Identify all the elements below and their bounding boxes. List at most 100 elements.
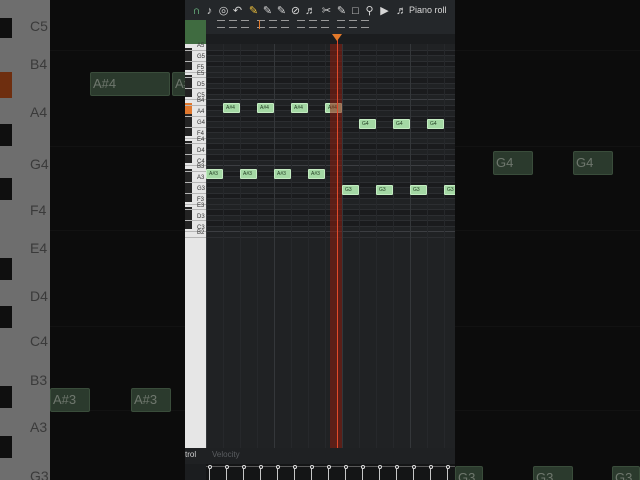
white-key-divider (185, 143, 206, 144)
velocity-stem[interactable] (328, 468, 329, 480)
undo-icon[interactable]: ↶ (232, 5, 243, 18)
velocity-handle[interactable] (292, 465, 297, 469)
control-target[interactable]: Velocity (212, 450, 240, 459)
select-icon[interactable]: □ (350, 5, 361, 18)
grid-column-line (342, 44, 343, 448)
velocity-stem[interactable] (294, 468, 295, 480)
velocity-handle[interactable] (428, 465, 433, 469)
velocity-stem[interactable] (260, 468, 261, 480)
velocity-handle[interactable] (309, 465, 314, 469)
white-key-divider (185, 88, 206, 89)
speaker-icon[interactable]: ♬ (305, 5, 316, 18)
key-label: B3 (197, 164, 205, 170)
velocity-handle[interactable] (411, 465, 416, 469)
white-key-divider (185, 220, 206, 221)
white-key-divider (185, 209, 206, 210)
grid-column-line (240, 44, 241, 448)
note-g3[interactable]: G3 (376, 185, 393, 195)
grid-column-line (444, 44, 445, 448)
time-ruler[interactable] (217, 20, 417, 30)
key-label: G5 (197, 54, 206, 60)
playhead[interactable] (337, 38, 338, 448)
window-title: Piano roll (409, 5, 447, 15)
zoom-icon[interactable]: ⚲ (364, 5, 375, 18)
white-key-divider (185, 192, 206, 194)
key-label: D4 (197, 147, 205, 154)
slice-icon[interactable]: ✂ (321, 5, 332, 18)
key-label: E5 (197, 70, 205, 77)
velocity-stem[interactable] (345, 468, 346, 480)
piano-keyboard[interactable]: A5 G5 F5 E5 D5 C5 B4 A4 G4 F4 E4 D4 C4 B3 A3 G3 F3 E3 D3 C3… (185, 43, 206, 448)
note-g3[interactable]: G3 (444, 185, 455, 195)
velocity-handle[interactable] (343, 465, 348, 469)
play-icon[interactable]: ▶ (379, 5, 390, 18)
white-key-divider (185, 60, 206, 62)
key-label: E4 (197, 136, 205, 143)
note-a-sharp4[interactable]: A#4 (291, 102, 308, 113)
note-a-sharp4[interactable]: A#4 (257, 102, 274, 113)
note-a-sharp3[interactable]: A#3 (274, 168, 291, 179)
toolbar: ∩ ♪ ◎ ↶ ✎ ✎ ✎ ⊘ ♬ ✂ ✎ □ ⚲ ▶ ♬ Piano roll (185, 0, 455, 34)
velocity-stem[interactable] (430, 468, 431, 480)
velocity-stem[interactable] (362, 468, 363, 480)
grid-column-line (376, 44, 377, 448)
white-key-divider (185, 126, 206, 128)
note-a-sharp3[interactable]: A#3 (308, 168, 325, 179)
note-g3[interactable]: G3 (342, 185, 359, 195)
mute-icon[interactable]: ⊘ (290, 5, 301, 18)
grid-column-line (274, 44, 275, 448)
note-g4[interactable]: G4 (427, 119, 444, 129)
velocity-handle[interactable] (445, 465, 450, 469)
velocity-handle[interactable] (377, 465, 382, 469)
velocity-stem[interactable] (396, 468, 397, 480)
key-label: A4 (197, 109, 205, 115)
key-label: D5 (197, 81, 205, 88)
octave-selector[interactable] (185, 20, 206, 44)
key-label: E3 (197, 202, 205, 209)
target-icon[interactable]: ◎ (218, 5, 229, 18)
brush-icon[interactable]: ✎ (276, 5, 287, 18)
speaker-icon[interactable]: ♬ (396, 5, 407, 18)
key-label: B2 (197, 230, 205, 236)
note-g4[interactable]: G4 (359, 119, 376, 129)
velocity-stem[interactable] (447, 468, 448, 480)
note-g3[interactable]: G3 (410, 185, 427, 195)
white-key-divider (185, 170, 206, 172)
grid-column-line (206, 44, 207, 448)
velocity-stem[interactable] (226, 468, 227, 480)
velocity-handle[interactable] (326, 465, 331, 469)
key-label: G3 (197, 186, 206, 192)
velocity-handle[interactable] (258, 465, 263, 469)
paint-bucket-icon[interactable]: ✎ (336, 5, 347, 18)
velocity-stem[interactable] (243, 468, 244, 480)
velocity-handle[interactable] (224, 465, 229, 469)
note-g4[interactable]: G4 (393, 119, 410, 129)
velocity-stem[interactable] (209, 468, 210, 480)
note-a-sharp3[interactable]: A#3 (206, 168, 223, 179)
note-a-sharp3[interactable]: A#3 (240, 168, 257, 179)
white-key-divider (185, 181, 206, 183)
control-label[interactable]: trol (185, 450, 196, 459)
grid-column-line (359, 44, 360, 448)
white-key-divider (185, 115, 206, 117)
velocity-handle[interactable] (241, 465, 246, 469)
note-a-sharp4[interactable]: A#4 (223, 102, 240, 113)
velocity-stem[interactable] (311, 468, 312, 480)
key-label: A5 (197, 43, 205, 49)
note-icon[interactable]: ♪ (204, 5, 215, 18)
playhead-marker[interactable] (332, 34, 342, 41)
grid-column-line (410, 44, 411, 448)
piano-roll-window[interactable]: ∩ ♪ ◎ ↶ ✎ ✎ ✎ ⊘ ♬ ✂ ✎ □ ⚲ ▶ ♬ Piano roll (185, 0, 455, 480)
white-key-divider (185, 236, 206, 238)
paint-icon[interactable]: ✎ (262, 5, 273, 18)
velocity-stem[interactable] (379, 468, 380, 480)
velocity-stem[interactable] (413, 468, 414, 480)
velocity-handle[interactable] (207, 465, 212, 469)
velocity-handle[interactable] (394, 465, 399, 469)
velocity-handle[interactable] (360, 465, 365, 469)
velocity-stem[interactable] (277, 468, 278, 480)
velocity-handle[interactable] (275, 465, 280, 469)
white-key-divider (185, 49, 206, 51)
pencil-icon[interactable]: ✎ (248, 5, 259, 18)
magnet-icon[interactable]: ∩ (191, 5, 202, 18)
